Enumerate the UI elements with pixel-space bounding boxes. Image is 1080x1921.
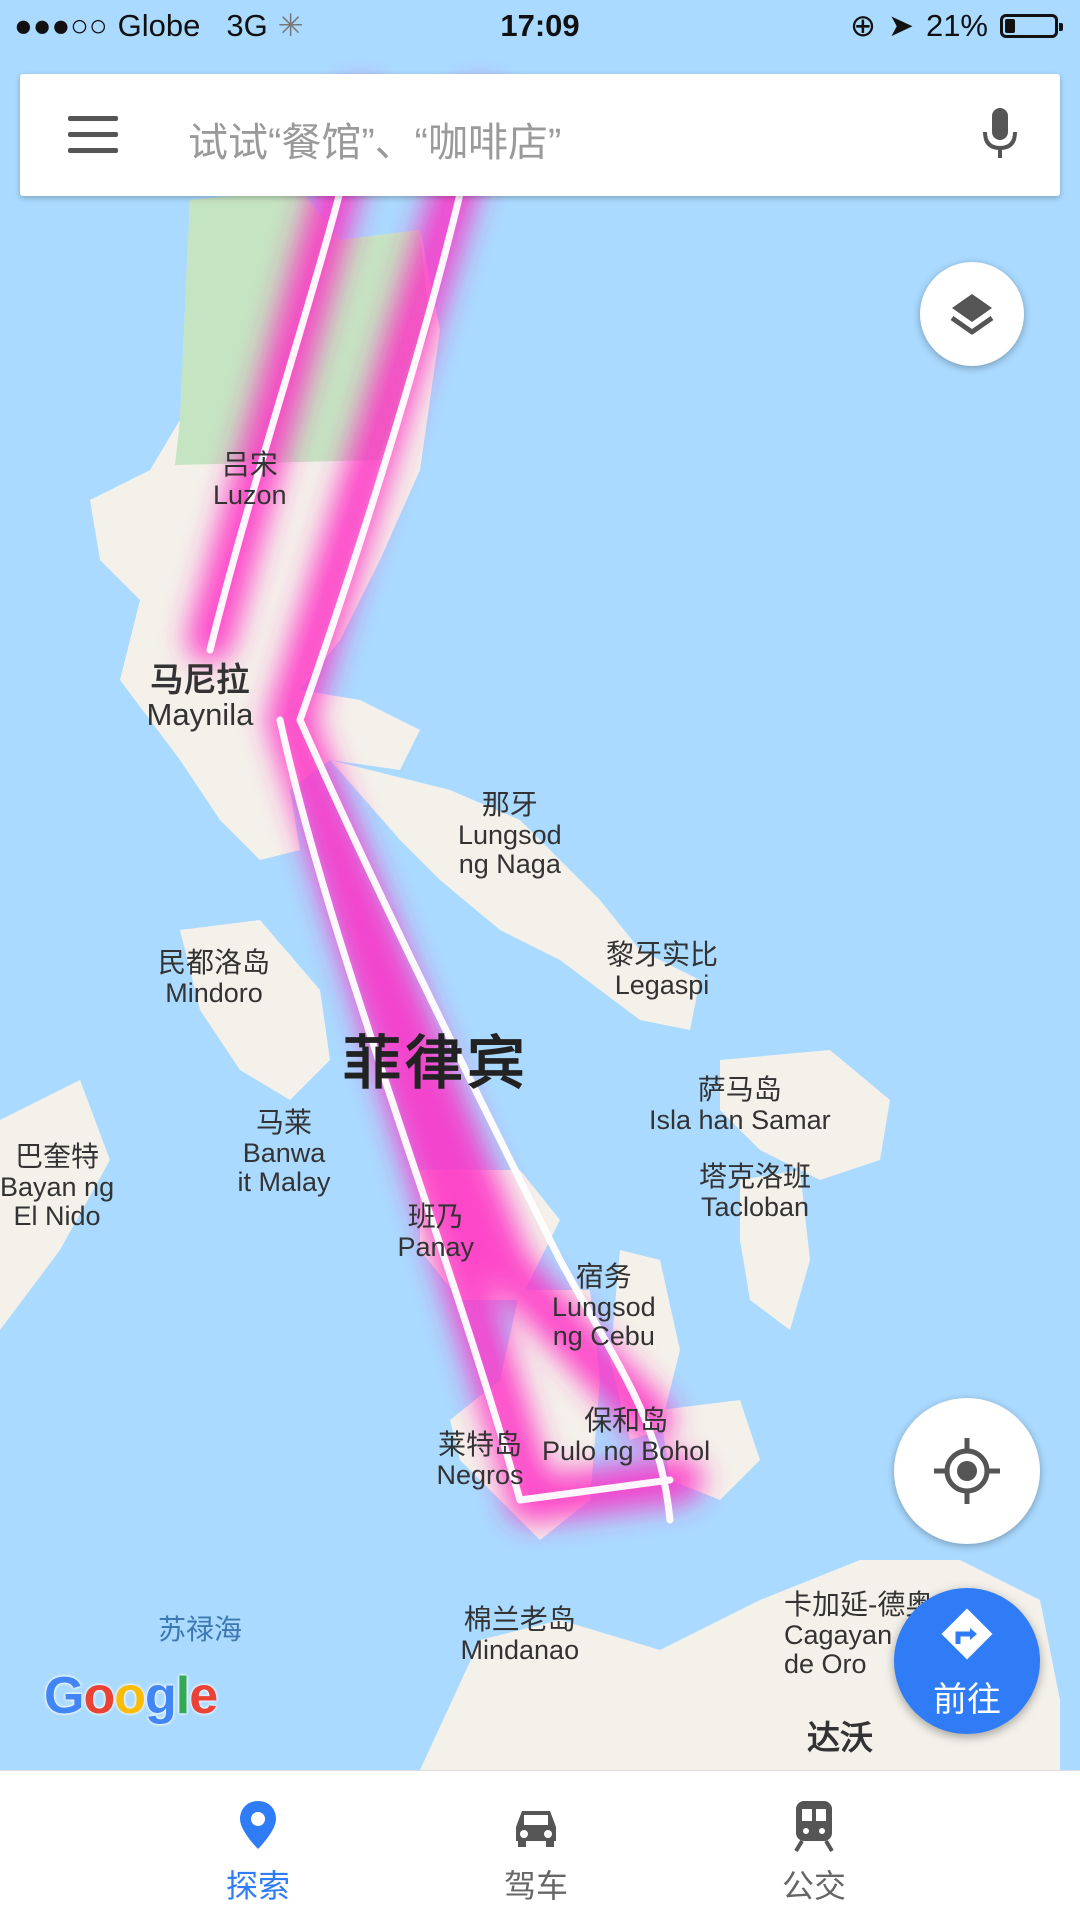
search-bar[interactable]: 试试“餐馆”、“咖啡店” xyxy=(20,74,1060,196)
location-arrow-icon: ➤ xyxy=(887,8,914,43)
label-country-philippines: 菲律宾 xyxy=(343,1031,530,1096)
label-bohol: 保和岛 Pulo ng Bohol xyxy=(542,1405,711,1466)
label-tacloban: 塔克洛班 Tacloban xyxy=(699,1161,812,1222)
battery-percent: 21% xyxy=(925,8,988,43)
google-logo: Google xyxy=(44,1667,218,1725)
label-naga: 那牙 Lungsod ng Naga xyxy=(458,789,562,880)
go-label: 前往 xyxy=(933,1681,1001,1719)
label-manila: 马尼拉 Maynila xyxy=(146,661,254,733)
layers-button[interactable] xyxy=(920,262,1024,366)
label-cebu: 宿务 Lungsod ng Cebu xyxy=(552,1261,656,1352)
directions-go-button[interactable]: 前往 xyxy=(894,1588,1040,1734)
tab-explore[interactable]: 探索 xyxy=(158,1771,358,1921)
label-luzon: 吕宋 Luzon xyxy=(213,449,287,510)
label-malay: 马莱 Banwa it Malay xyxy=(237,1107,331,1198)
label-mindanao: 棉兰老岛 Mindanao xyxy=(460,1604,580,1665)
label-panay: 班乃 Panay xyxy=(397,1201,475,1262)
label-negros: 莱特岛 Negros xyxy=(436,1429,524,1490)
label-samar: 萨马岛 Isla han Samar xyxy=(649,1074,831,1135)
label-el-nido: 巴奎特 Bayan ng El Nido xyxy=(0,1141,115,1232)
my-location-button[interactable] xyxy=(894,1398,1040,1544)
car-icon xyxy=(516,1811,556,1847)
label-davao: 达沃 xyxy=(807,1719,873,1756)
status-time: 17:09 xyxy=(500,8,580,43)
label-sulu-sea: 苏禄海 xyxy=(158,1614,243,1645)
rotation-lock-icon: ⊕ xyxy=(849,8,876,43)
label-legaspi: 黎牙实比 Legaspi xyxy=(606,939,719,1000)
tab-transit[interactable]: 公交 xyxy=(714,1771,914,1921)
bottom-navigation: 探索 驾车 公交 xyxy=(0,1770,1080,1921)
battery-icon xyxy=(1000,14,1063,38)
tab-driving[interactable]: 驾车 xyxy=(436,1771,636,1921)
microphone-icon[interactable] xyxy=(980,104,1020,164)
search-input[interactable]: 试试“餐馆”、“咖啡店” xyxy=(188,110,561,168)
map-pin-icon xyxy=(240,1801,276,1849)
layers-icon xyxy=(950,294,994,335)
status-bar: ●●●○○ Globe 3G ✳ 17:09 ⊕ ➤ 21% xyxy=(0,0,1080,56)
label-mindoro: 民都洛岛 Mindoro xyxy=(158,947,271,1008)
crosshair-icon xyxy=(934,1438,1000,1504)
hamburger-menu-icon[interactable] xyxy=(68,116,120,154)
train-icon xyxy=(794,1801,834,1853)
directions-icon xyxy=(941,1608,993,1660)
